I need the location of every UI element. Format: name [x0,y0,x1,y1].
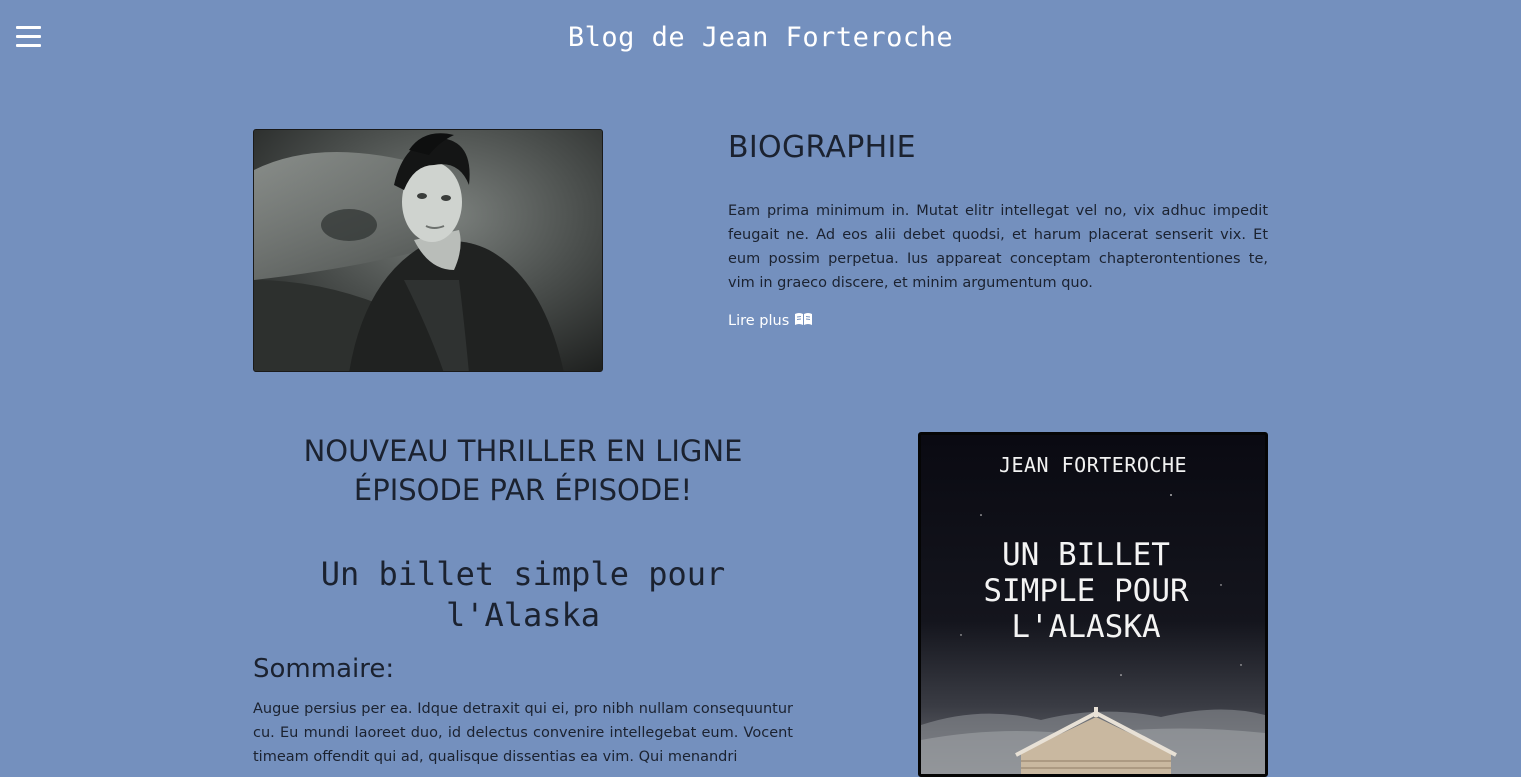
cover-title-line1: UN BILLET [1002,537,1170,573]
new-thriller-heading-line2: ÉPISODE PAR ÉPISODE! [353,473,693,507]
open-book-icon [794,312,813,330]
summary-text: Augue persius per ea. Idque detraxit qui… [253,701,793,765]
book-cover-image: JEAN FORTEROCHE UN BILLET SIMPLE POUR L'… [918,432,1268,777]
book-title: Un billet simple pour l'Alaska [253,554,793,636]
read-more-link[interactable]: Lire plus [728,312,813,330]
new-thriller-heading: NOUVEAU THRILLER EN LIGNE ÉPISODE PAR ÉP… [253,432,793,510]
biography-heading: BIOGRAPHIE [728,130,916,165]
book-title-line2: l'Alaska [445,596,601,634]
biography-text: Eam prima minimum in. Mutat elitr intell… [728,203,1268,291]
new-thriller-heading-line1: NOUVEAU THRILLER EN LIGNE [303,434,743,468]
read-more-label: Lire plus [728,313,790,329]
cover-author: JEAN FORTEROCHE [998,453,1188,477]
cover-title-line3: L'ALASKA [1011,609,1161,645]
cover-title: UN BILLET SIMPLE POUR L'ALASKA [941,537,1231,645]
book-title-line1: Un billet simple pour [320,555,726,593]
site-title: Blog de Jean Forteroche [567,22,954,53]
summary-heading: Sommaire: [253,654,395,684]
cover-title-line2: SIMPLE POUR [983,573,1189,609]
author-portrait-image [253,129,603,372]
